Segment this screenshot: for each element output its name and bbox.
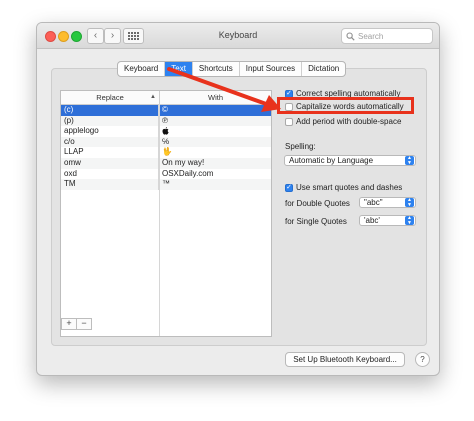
annotation-arrow [167,67,281,112]
keyboard-preferences-window: ‹ › Keyboard Search Keyboard Text Shortc… [36,22,440,376]
